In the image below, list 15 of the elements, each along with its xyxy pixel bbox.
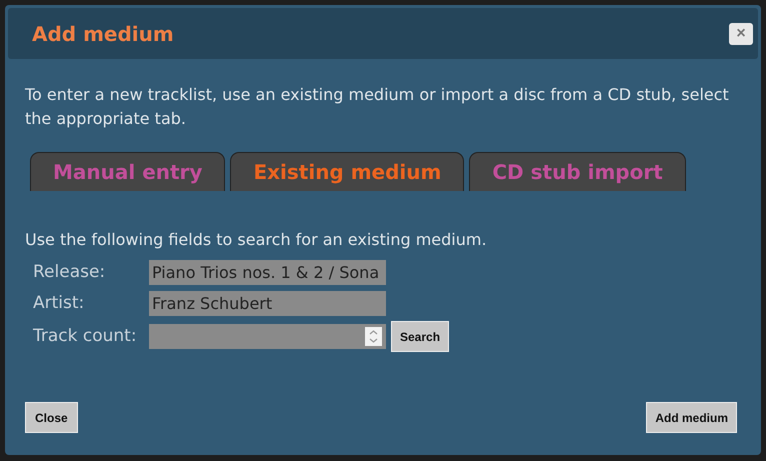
add-medium-button[interactable]: Add medium: [646, 402, 737, 433]
field-label: Track count:: [32, 324, 138, 348]
close-button[interactable]: Close: [25, 402, 78, 433]
search-button[interactable]: Search: [391, 321, 450, 352]
number-field[interactable]: [149, 324, 386, 349]
intro-text: To enter a new tracklist, use an existing medium or import a disc from a CD stub, select the appropriate tab.: [25, 84, 730, 130]
close-icon[interactable]: ×: [729, 22, 753, 44]
field-label: Release:: [32, 261, 106, 284]
dialog-title: Add medium: [32, 20, 174, 48]
input-field[interactable]: Piano Trios nos. 1 & 2 / Sona: [149, 260, 386, 286]
field-label: Artist:: [32, 292, 86, 314]
tab[interactable]: Existing medium: [230, 152, 464, 191]
spinner-icon[interactable]: [365, 327, 382, 346]
instructions-text: Use the following fields to search for an existing medium.: [25, 229, 488, 251]
input-field[interactable]: Franz Schubert: [149, 290, 386, 316]
